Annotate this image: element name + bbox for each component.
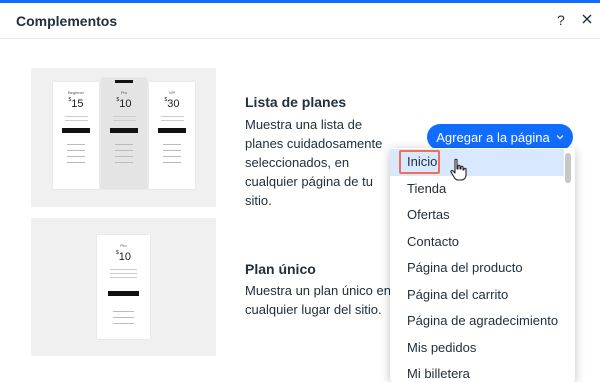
dropdown-item-mis-pedidos[interactable]: Mis pedidos — [390, 335, 564, 362]
add-to-page-button[interactable]: Agregar a la página — [427, 124, 573, 150]
dropdown-item-pagina-carrito[interactable]: Página del carrito — [390, 282, 564, 309]
hand-pointer-cursor-icon — [450, 158, 467, 181]
dropdown-item-pagina-producto[interactable]: Página del producto — [390, 255, 564, 282]
plan-card-name: Pro — [120, 243, 127, 248]
close-icon[interactable] — [580, 12, 594, 26]
add-to-page-label: Agregar a la página — [436, 129, 550, 145]
section-description-plan-list: Muestra una lista de planes cuidadosamen… — [245, 117, 383, 208]
section-title-plan-list: Lista de planes — [245, 94, 347, 110]
plan-card-price: $10 — [116, 97, 132, 110]
plan-card-name: Beginner — [67, 90, 84, 95]
page-dropdown-menu: Inicio Tienda Ofertas Contacto Página de… — [390, 148, 575, 382]
dropdown-scrollbar[interactable] — [565, 153, 571, 183]
dropdown-item-ofertas[interactable]: Ofertas — [390, 202, 564, 229]
section-description-single-plan: Muestra un plan único en cualquier lugar… — [245, 283, 391, 317]
plan-list-thumbnail[interactable]: Beginner $15 Pro $10 VIP $30 — [31, 68, 216, 207]
dropdown-item-contacto[interactable]: Contacto — [390, 229, 564, 256]
help-icon[interactable]: ? — [557, 12, 565, 28]
dropdown-item-mi-billetera[interactable]: Mi billetera — [390, 361, 564, 382]
plan-card: Pro $10 — [97, 235, 150, 339]
plan-card-featured: Pro $10 — [101, 78, 147, 189]
section-title-single-plan: Plan único — [245, 261, 316, 277]
plan-card-price: $10 — [115, 250, 132, 263]
dropdown-item-pagina-agradecimiento[interactable]: Página de agradecimiento — [390, 308, 564, 335]
plan-card: VIP $30 — [149, 82, 195, 189]
plan-card-name: Pro — [120, 90, 128, 95]
plan-card-price: $30 — [164, 97, 180, 110]
plan-card-name: VIP — [168, 90, 176, 95]
panel-header: Complementos ? — [0, 3, 600, 39]
selection-highlight-box — [399, 150, 440, 174]
panel-title: Complementos — [16, 13, 118, 29]
single-plan-thumbnail[interactable]: Pro $10 — [31, 218, 216, 356]
chevron-down-icon — [556, 135, 564, 140]
plan-card-price: $15 — [68, 97, 84, 110]
plan-card: Beginner $15 — [53, 82, 99, 189]
dropdown-item-tienda[interactable]: Tienda — [390, 176, 564, 203]
